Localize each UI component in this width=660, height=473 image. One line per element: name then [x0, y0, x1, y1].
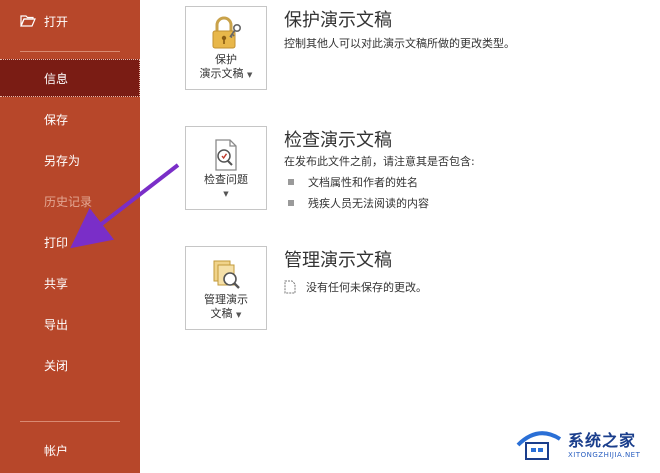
watermark-main: 系统之家: [568, 431, 637, 450]
house-logo-icon: [516, 431, 562, 460]
watermark-sub: XITONGZHIJIA.NET: [568, 451, 641, 459]
annotation-arrow: [70, 163, 180, 249]
watermark-text: 系统之家 XITONGZHIJIA.NET: [568, 427, 640, 459]
watermark: 系统之家 XITONGZHIJIA.NET: [514, 419, 654, 467]
